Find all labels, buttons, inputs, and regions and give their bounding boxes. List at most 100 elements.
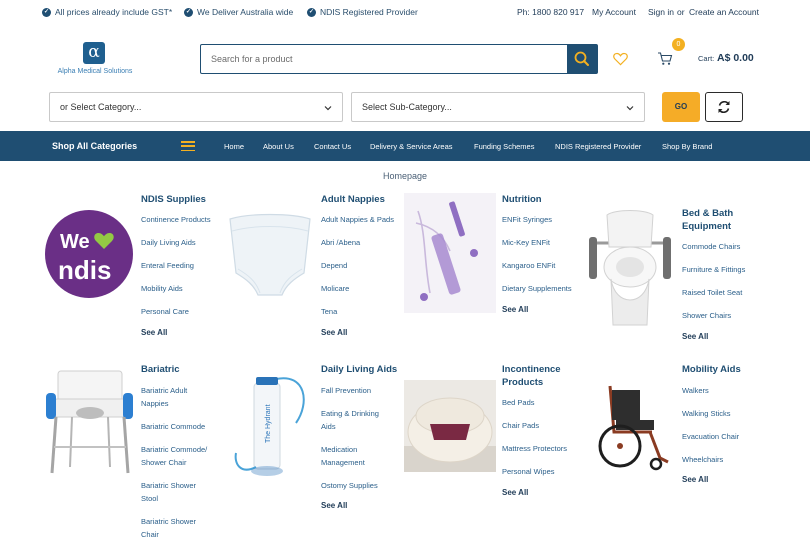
check-icon: ✓ xyxy=(307,7,316,17)
category-link[interactable]: Shower Chairs xyxy=(682,309,731,322)
category-title-bariatric[interactable]: Bariatric xyxy=(141,364,180,377)
go-button[interactable]: GO xyxy=(662,92,700,122)
category-link[interactable]: Mattress Protectors xyxy=(502,442,567,455)
category-link[interactable]: Depend xyxy=(321,259,347,272)
usp-delivery: ✓ We Deliver Australia wide xyxy=(184,7,294,17)
nav-funding-schemes[interactable]: Funding Schemes xyxy=(474,142,534,151)
category-link[interactable]: Bed Pads xyxy=(502,396,535,409)
category-link[interactable]: Continence Products xyxy=(141,213,211,226)
category-link[interactable]: Evacuation Chair xyxy=(682,430,739,443)
category-link[interactable]: Daily Living Aids xyxy=(141,236,196,249)
nav-about-us[interactable]: About Us xyxy=(263,142,294,151)
category-link[interactable]: Ostomy Supplies xyxy=(321,479,378,492)
category-link[interactable]: Bariatric Commode/Shower Chair xyxy=(141,443,207,469)
hydrant-bottle-graphic: The Hydrant xyxy=(234,377,305,476)
see-all-link[interactable]: See All xyxy=(141,328,167,337)
syringe-graphic xyxy=(415,201,478,301)
category-link[interactable]: Furniture & Fittings xyxy=(682,263,745,276)
incontinence-image[interactable] xyxy=(404,380,496,472)
category-title-incontinence-products[interactable]: Incontinence Products xyxy=(502,364,561,389)
ndis-logo-graphic: We ndis xyxy=(45,210,133,298)
check-icon: ✓ xyxy=(42,7,51,17)
category-link[interactable]: Dietary Supplements xyxy=(502,282,572,295)
category-link[interactable]: Chair Pads xyxy=(502,419,539,432)
category-title-mobility-aids[interactable]: Mobility Aids xyxy=(682,364,741,377)
category-link[interactable]: Adult Nappies & Pads xyxy=(321,213,394,226)
category-link[interactable]: Personal Care xyxy=(141,305,189,318)
usp-ndis: ✓ NDIS Registered Provider xyxy=(307,7,418,17)
cart-total[interactable]: A$ 0.00 xyxy=(717,52,754,64)
search-input[interactable] xyxy=(201,45,567,73)
category-link[interactable]: Wheelchairs xyxy=(682,453,723,466)
nav-home[interactable]: Home xyxy=(224,142,244,151)
category-select[interactable]: or Select Category... xyxy=(49,92,343,122)
bariatric-image[interactable] xyxy=(44,363,135,485)
category-link[interactable]: Molicare xyxy=(321,282,349,295)
category-link[interactable]: Commode Chairs xyxy=(682,240,740,253)
cart-icon[interactable] xyxy=(657,51,673,66)
category-link[interactable]: Medication Management xyxy=(321,443,365,469)
see-all-link[interactable]: See All xyxy=(321,501,347,510)
category-title-ndis-supplies[interactable]: NDIS Supplies xyxy=(141,194,206,207)
bed-bath-image[interactable] xyxy=(585,207,675,331)
category-link[interactable]: Walkers xyxy=(682,384,709,397)
category-link[interactable]: Personal Wipes xyxy=(502,465,555,478)
subcategory-select-value: Select Sub-Category... xyxy=(362,102,452,112)
category-link[interactable]: Abri /Abena xyxy=(321,236,360,249)
cart-label[interactable]: Cart: xyxy=(698,54,714,63)
category-title-adult-nappies[interactable]: Adult Nappies xyxy=(321,194,385,207)
adult-nappies-image[interactable] xyxy=(224,209,316,301)
reset-button[interactable] xyxy=(705,92,743,122)
category-link[interactable]: Bariatric Adult Nappies xyxy=(141,384,187,410)
category-link[interactable]: Fall Prevention xyxy=(321,384,371,397)
logo[interactable]: α Alpha Medical Solutions xyxy=(50,42,140,80)
category-title-bed-bath[interactable]: Bed & Bath Equipment xyxy=(682,208,733,233)
category-link[interactable]: Tena xyxy=(321,305,337,318)
mobility-aids-image[interactable] xyxy=(590,380,672,472)
hamburger-menu-icon[interactable] xyxy=(181,141,195,152)
see-all-link[interactable]: See All xyxy=(502,305,528,314)
my-account-link[interactable]: My Account xyxy=(592,7,636,17)
ndis-logo-ndis: ndis xyxy=(58,255,111,285)
category-link[interactable]: Bariatric Commode xyxy=(141,420,205,433)
wishlist-heart-icon[interactable] xyxy=(613,52,628,66)
category-title-nutrition[interactable]: Nutrition xyxy=(502,194,542,207)
category-link[interactable]: ENFit Syringes xyxy=(502,213,552,226)
see-all-link[interactable]: See All xyxy=(321,328,347,337)
chevron-down-icon xyxy=(626,106,634,111)
create-account-link[interactable]: Create an Account xyxy=(689,7,759,17)
category-link[interactable]: Bariatric Shower Stool xyxy=(141,479,196,505)
category-link[interactable]: Enteral Feeding xyxy=(141,259,194,272)
ndis-logo-image[interactable]: We ndis xyxy=(44,209,134,299)
see-all-link[interactable]: See All xyxy=(682,475,708,484)
top-bar: ✓ All prices already include GST* ✓ We Del… xyxy=(0,0,810,26)
subcategory-select[interactable]: Select Sub-Category... xyxy=(351,92,645,122)
raised-toilet-seat-graphic xyxy=(589,210,671,326)
sign-in-link[interactable]: Sign in xyxy=(648,7,674,17)
search-button[interactable] xyxy=(567,45,597,73)
category-title-daily-living-aids[interactable]: Daily Living Aids xyxy=(321,364,397,377)
or-text: or xyxy=(677,7,685,17)
category-link[interactable]: Bariatric Shower Chair xyxy=(141,515,196,540)
usp-gst: ✓ All prices already include GST* xyxy=(42,7,173,17)
main-nav: Shop All Categories Home About Us Contac… xyxy=(0,131,810,161)
breadcrumb[interactable]: Homepage xyxy=(383,171,427,181)
see-all-link[interactable]: See All xyxy=(682,332,708,341)
nav-delivery-service-areas[interactable]: Delivery & Service Areas xyxy=(370,142,453,151)
refresh-icon xyxy=(718,100,730,114)
category-link[interactable]: Raised Toilet Seat xyxy=(682,286,742,299)
category-link[interactable]: Mic-Key ENFit xyxy=(502,236,550,249)
nav-shop-by-brand[interactable]: Shop By Brand xyxy=(662,142,712,151)
category-link[interactable]: Mobility Aids xyxy=(141,282,183,295)
nav-ndis-registered-provider[interactable]: NDIS Registered Provider xyxy=(555,142,641,151)
category-link[interactable]: Kangaroo ENFit xyxy=(502,259,555,272)
phone-link[interactable]: Ph: 1800 820 917 xyxy=(517,7,584,17)
category-link[interactable]: Walking Sticks xyxy=(682,407,730,420)
chevron-down-icon xyxy=(324,106,332,111)
nav-contact-us[interactable]: Contact Us xyxy=(314,142,351,151)
shop-all-categories[interactable]: Shop All Categories xyxy=(52,141,137,151)
daily-living-aids-image[interactable]: The Hydrant xyxy=(226,363,316,483)
nutrition-image[interactable] xyxy=(404,193,496,313)
category-link[interactable]: Eating & Drinking Aids xyxy=(321,407,379,433)
see-all-link[interactable]: See All xyxy=(502,488,528,497)
